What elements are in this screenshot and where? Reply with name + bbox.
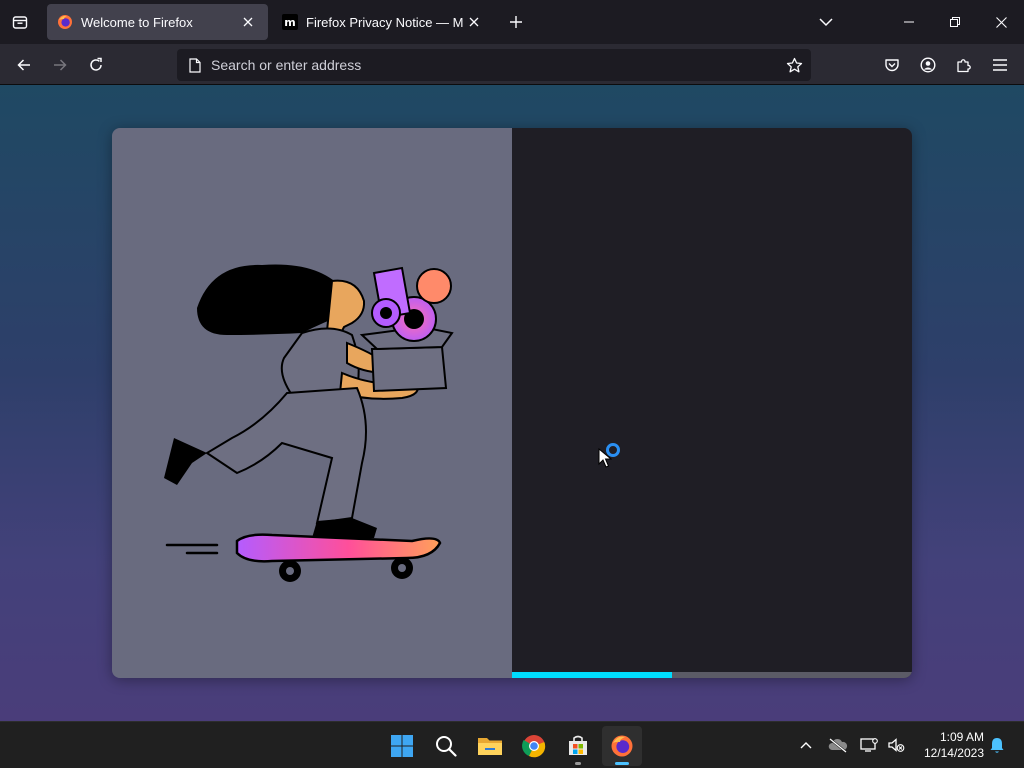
tab-title: Firefox Privacy Notice — Mozilla bbox=[306, 14, 464, 30]
close-tab-icon[interactable] bbox=[464, 12, 484, 32]
chevron-up-icon bbox=[800, 742, 812, 749]
extensions-button[interactable] bbox=[949, 50, 979, 80]
arrow-left-icon bbox=[17, 59, 30, 71]
page-content bbox=[0, 85, 1024, 721]
firefox-taskbar-button[interactable] bbox=[602, 726, 642, 766]
store-icon bbox=[569, 735, 587, 755]
firefox-view-button[interactable] bbox=[0, 0, 40, 44]
back-button[interactable] bbox=[9, 50, 39, 80]
search-button[interactable] bbox=[426, 726, 466, 766]
clock-date: 12/14/2023 bbox=[923, 746, 984, 760]
puzzle-icon bbox=[957, 59, 971, 73]
minimize-button[interactable] bbox=[886, 0, 932, 44]
reload-icon bbox=[90, 57, 102, 71]
save-to-pocket-button[interactable] bbox=[877, 50, 907, 80]
file-explorer-button[interactable] bbox=[470, 726, 510, 766]
restore-icon bbox=[950, 17, 960, 27]
onboarding-card bbox=[112, 128, 912, 678]
tab-firefox-privacy-notice[interactable]: m Firefox Privacy Notice — Mozilla bbox=[272, 4, 494, 40]
hamburger-menu-icon bbox=[993, 59, 1007, 71]
reload-button[interactable] bbox=[81, 50, 111, 80]
new-tab-button[interactable] bbox=[502, 8, 530, 36]
star-icon bbox=[786, 57, 802, 72]
tab-strip: Welcome to Firefox m Firefox Privacy Not… bbox=[0, 0, 1024, 44]
skateboarder-illustration bbox=[164, 264, 454, 582]
arrow-right-icon bbox=[54, 59, 67, 71]
loading-progress-fill bbox=[512, 672, 672, 678]
cloud-offline-icon bbox=[828, 738, 848, 753]
close-icon bbox=[995, 16, 1007, 28]
onboarding-illustration-panel bbox=[112, 128, 512, 678]
list-all-tabs-button[interactable] bbox=[812, 8, 840, 36]
page-icon bbox=[187, 57, 203, 73]
close-tab-icon[interactable] bbox=[238, 12, 258, 32]
pocket-icon bbox=[885, 59, 899, 72]
address-input[interactable] bbox=[211, 57, 779, 73]
bookmark-star-button[interactable] bbox=[779, 50, 809, 80]
search-icon bbox=[436, 736, 457, 757]
minimize-icon bbox=[904, 21, 914, 23]
system-clock[interactable]: 1:09 AM 12/14/2023 bbox=[914, 729, 984, 761]
windows-taskbar: 1:09 AM 12/14/2023 bbox=[0, 721, 1024, 768]
svg-text:m: m bbox=[284, 16, 295, 29]
close-window-button[interactable] bbox=[978, 0, 1024, 44]
tab-welcome-to-firefox[interactable]: Welcome to Firefox bbox=[47, 4, 268, 40]
windows-logo-icon bbox=[391, 735, 413, 757]
clock-time: 1:09 AM bbox=[939, 730, 984, 744]
firefox-favicon-icon bbox=[57, 14, 73, 30]
tab-title: Welcome to Firefox bbox=[81, 14, 193, 30]
network-icon bbox=[860, 738, 878, 752]
microsoft-store-button[interactable] bbox=[558, 726, 598, 766]
chrome-icon bbox=[522, 735, 546, 758]
chevron-down-icon bbox=[819, 18, 833, 27]
volume-tray-button[interactable] bbox=[885, 734, 907, 756]
url-bar[interactable] bbox=[177, 49, 811, 81]
app-menu-button[interactable] bbox=[985, 50, 1015, 80]
firefox-icon bbox=[611, 735, 633, 757]
account-button[interactable] bbox=[913, 50, 943, 80]
restore-button[interactable] bbox=[932, 0, 978, 44]
network-tray-button[interactable] bbox=[858, 734, 880, 756]
account-icon bbox=[920, 57, 936, 73]
chrome-button[interactable] bbox=[514, 726, 554, 766]
mozilla-favicon-icon: m bbox=[282, 14, 298, 30]
navigation-toolbar bbox=[0, 44, 1024, 85]
mouse-cursor-icon bbox=[598, 448, 612, 468]
firefox-view-icon bbox=[12, 16, 28, 29]
show-hidden-icons-button[interactable] bbox=[795, 734, 817, 756]
plus-icon bbox=[510, 16, 522, 28]
bell-icon bbox=[990, 737, 1004, 753]
forward-button[interactable] bbox=[45, 50, 75, 80]
start-button[interactable] bbox=[382, 726, 422, 766]
folder-icon bbox=[478, 738, 502, 755]
loading-progress-bar bbox=[512, 672, 912, 678]
onedrive-tray-button[interactable] bbox=[827, 734, 849, 756]
notifications-button[interactable] bbox=[986, 734, 1008, 756]
speaker-muted-icon bbox=[888, 738, 905, 752]
onboarding-content-panel bbox=[512, 128, 912, 678]
